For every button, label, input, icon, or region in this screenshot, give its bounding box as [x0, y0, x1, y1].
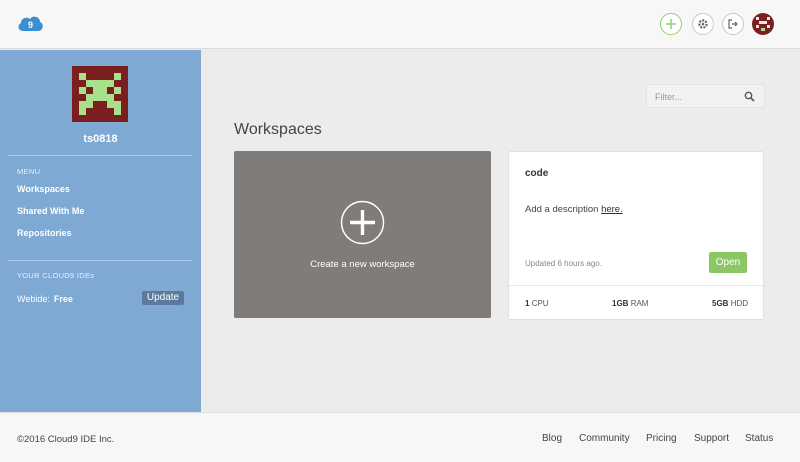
footer: ©2016 Cloud9 IDE Inc. Blog Community Pri… — [0, 412, 800, 462]
footer-link-status[interactable]: Status — [745, 433, 773, 444]
workspace-card-divider — [509, 285, 763, 286]
ram-spec: 1GB RAM — [612, 299, 648, 308]
webide-plan-value: Free — [53, 294, 73, 304]
logo-text: 9 — [28, 20, 33, 30]
filter-input[interactable] — [655, 89, 743, 104]
update-button[interactable]: Update — [142, 291, 184, 305]
cpu-value: 1 — [525, 299, 530, 308]
create-workspace-card[interactable]: Create a new workspace — [234, 151, 491, 318]
sidebar-item-repositories[interactable]: Repositories — [17, 228, 72, 238]
ides-section-label: YOUR CLOUD9 IDEs — [17, 271, 95, 280]
user-avatar-small[interactable] — [752, 13, 774, 35]
cpu-spec: 1 CPU — [525, 299, 549, 308]
top-bar: 9 — [0, 0, 800, 49]
plus-icon — [666, 19, 676, 29]
copyright: ©2016 Cloud9 IDE Inc. — [17, 434, 115, 445]
sidebar-item-workspaces[interactable]: Workspaces — [17, 184, 70, 194]
hdd-spec: 5GB HDD — [712, 299, 748, 308]
sidebar-item-shared-with-me[interactable]: Shared With Me — [17, 206, 84, 216]
create-workspace-label: Create a new workspace — [310, 259, 415, 270]
avatar-pattern-icon — [752, 13, 774, 35]
workspace-description: Add a description here. — [525, 204, 623, 215]
plus-circle-icon — [340, 200, 385, 245]
hdd-value: 5GB — [712, 299, 729, 308]
user-avatar[interactable] — [72, 66, 128, 122]
logout-button[interactable] — [722, 13, 744, 35]
settings-button[interactable] — [692, 13, 714, 35]
cloud9-logo-icon[interactable]: 9 — [16, 13, 44, 35]
footer-link-blog[interactable]: Blog — [542, 433, 562, 444]
gear-icon — [698, 19, 708, 29]
sidebar: ts0818 MENU Workspaces Shared With Me Re… — [0, 50, 201, 412]
ram-value: 1GB — [612, 299, 629, 308]
hdd-unit: HDD — [730, 299, 749, 308]
sign-out-icon — [728, 19, 738, 29]
footer-link-pricing[interactable]: Pricing — [646, 433, 677, 444]
webide-plan: Webide: Free — [17, 294, 73, 304]
open-workspace-button[interactable]: Open — [709, 252, 747, 273]
footer-link-community[interactable]: Community — [579, 433, 630, 444]
filter-box — [646, 84, 765, 108]
add-workspace-button[interactable] — [660, 13, 682, 35]
cpu-unit: CPU — [531, 299, 549, 308]
workspace-name[interactable]: code — [525, 168, 548, 179]
ram-unit: RAM — [630, 299, 649, 308]
avatar-pattern-icon — [72, 66, 128, 122]
sidebar-divider — [8, 155, 192, 156]
footer-link-support[interactable]: Support — [694, 433, 729, 444]
page-title: Workspaces — [234, 121, 322, 138]
workspace-updated-time: Updated 6 hours ago. — [525, 259, 602, 268]
username: ts0818 — [83, 133, 118, 145]
add-description-link[interactable]: here. — [601, 204, 623, 215]
webide-label: Webide: — [17, 294, 50, 304]
menu-section-label: MENU — [17, 167, 41, 176]
description-prefix: Add a description — [525, 204, 599, 215]
search-icon[interactable] — [744, 91, 755, 102]
workspace-card: code Add a description here. Updated 6 h… — [508, 151, 764, 320]
sidebar-divider — [8, 260, 192, 261]
